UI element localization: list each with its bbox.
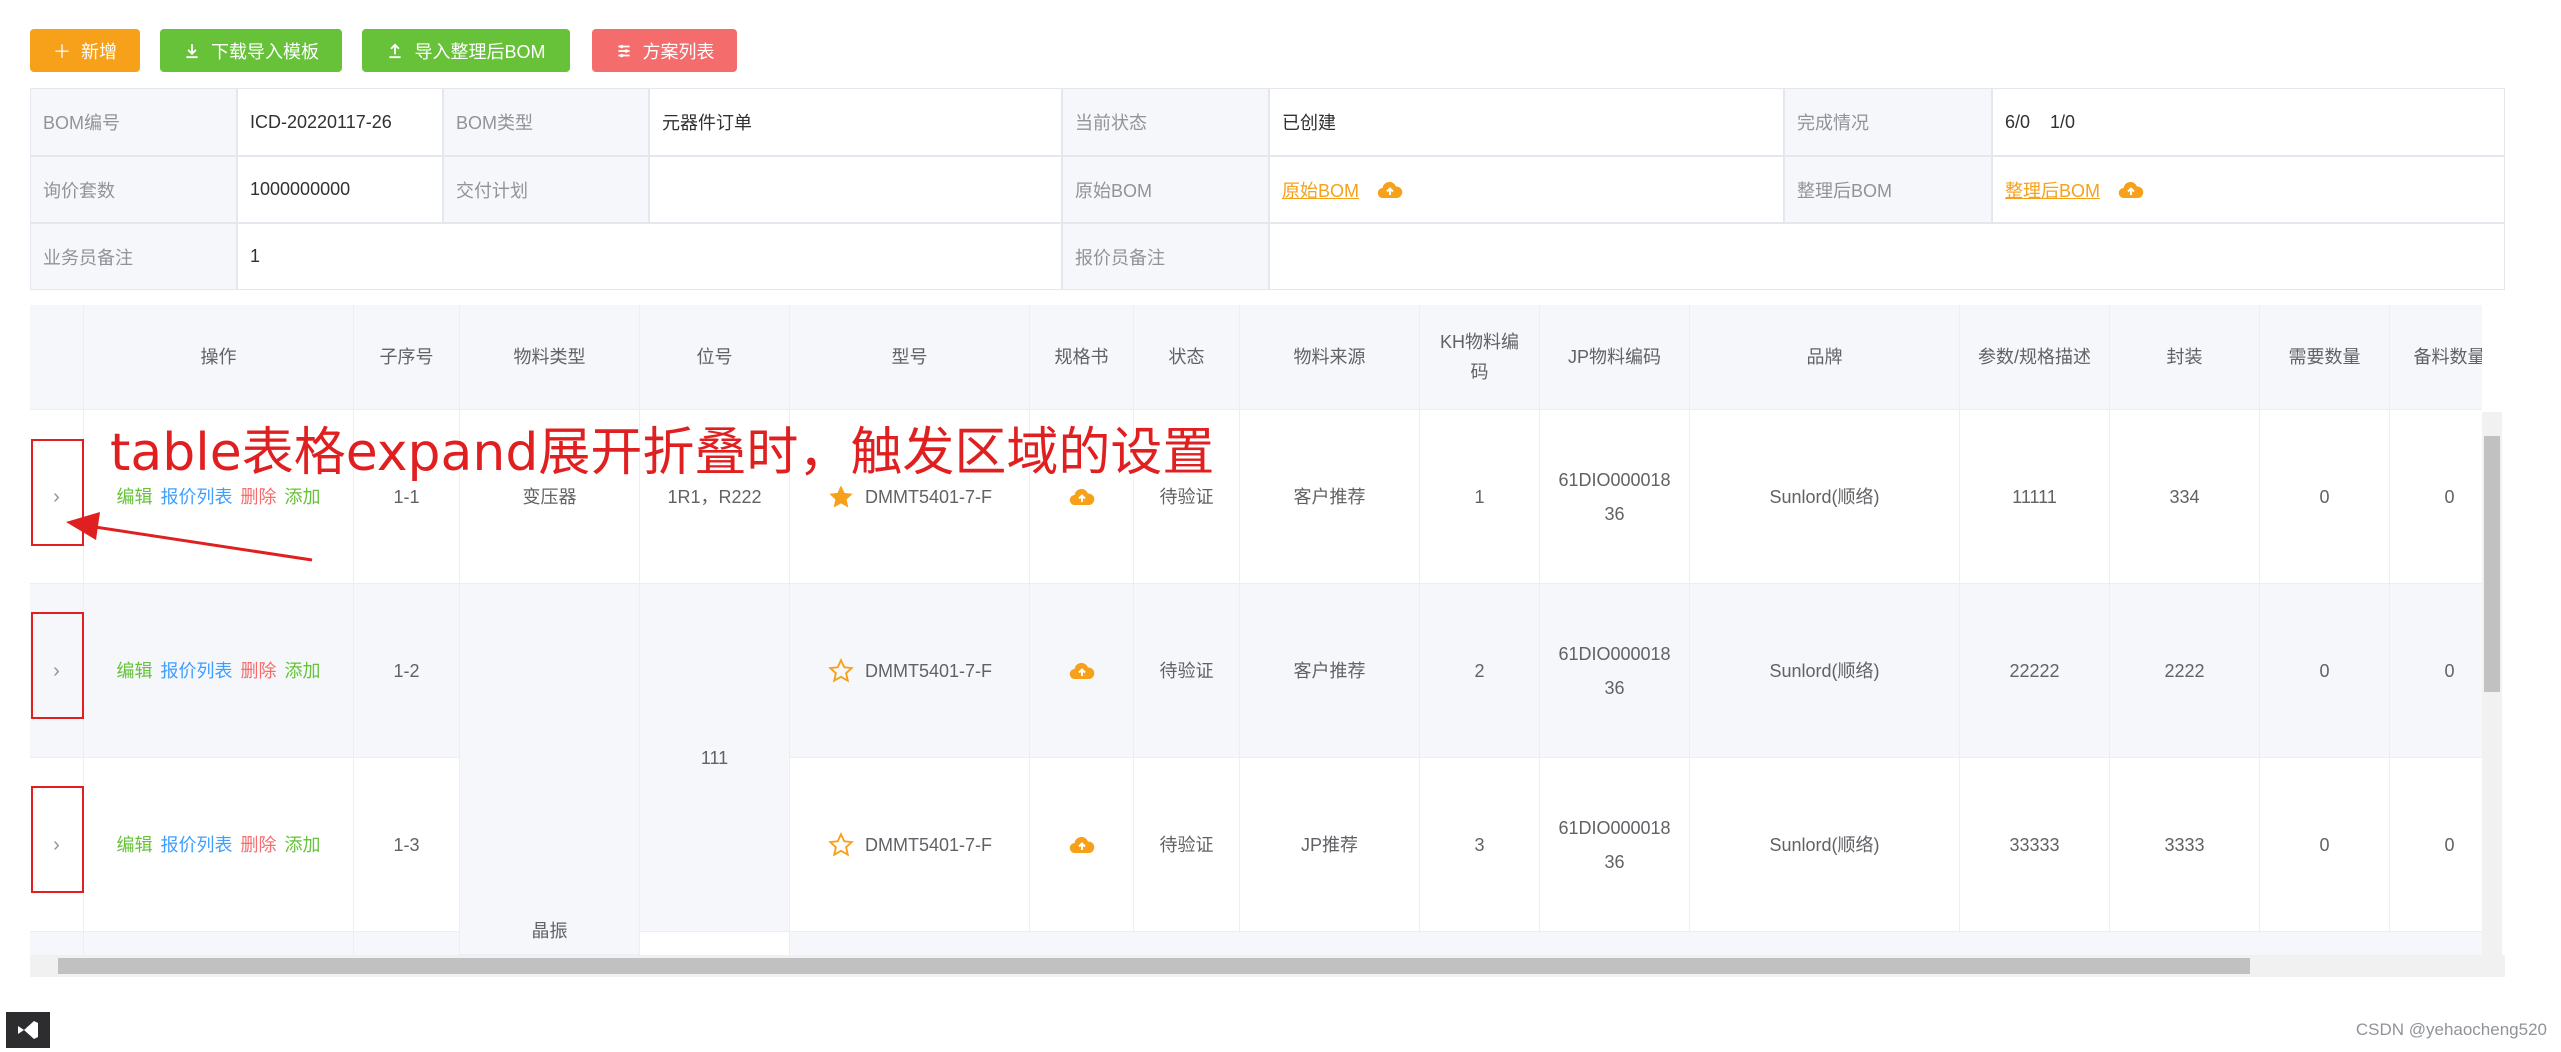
annotation-text: table表格expand展开折叠时，触发区域的设置 [110,423,1215,483]
visual-studio-logo [6,1012,50,1048]
annotation-arrow [66,512,313,562]
watermark: CSDN @yehaocheng520 [2355,1020,2547,1039]
